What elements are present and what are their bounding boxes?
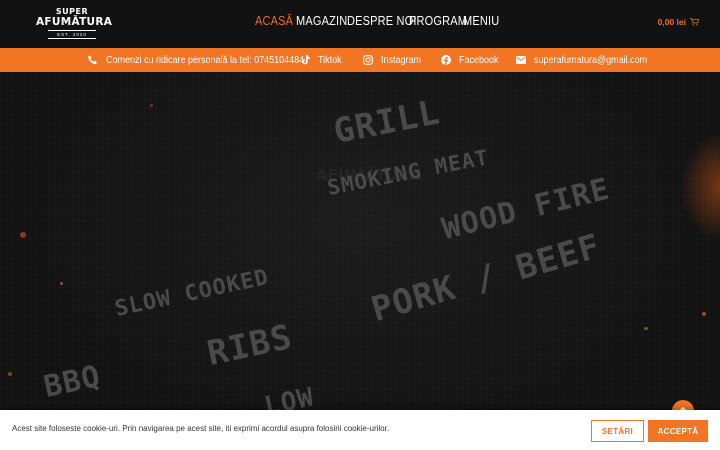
spice-speck [150,104,153,107]
envelope-icon [516,56,526,64]
logo-line-1: SUPER [55,7,89,16]
contact-bar: Comenzi cu ridicare personală la tel: 07… [0,48,720,72]
email-text: superafumatura@gmail.com [534,54,648,66]
hero-background: AFUMĂTURA GRILL SMOKING MEAT WOOD FIRE S… [0,72,720,450]
facebook-link[interactable]: Facebook [441,48,503,72]
spice-speck [8,372,12,376]
phone-link[interactable]: Comenzi cu ridicare personală la tel: 07… [88,48,326,72]
phone-icon [88,55,98,65]
spice-speck [60,282,63,285]
nav-item-despre-noi[interactable]: DESPRE NOI [347,14,417,28]
nav-item-program[interactable]: PROGRAM [409,14,467,28]
facebook-text: Facebook [459,54,499,66]
cart-link[interactable]: 0,00 lei [658,17,699,27]
nav-item-magazin[interactable]: MAGAZIN [296,14,347,28]
site-logo[interactable]: SUPER AFUMĂTURA EST. 2020 [36,7,113,41]
facebook-icon [441,55,451,65]
cookie-accept-button[interactable]: ACCEPTĂ [648,420,708,442]
hero-word-ribs: RIBS [203,317,297,374]
hero-word-slow-cooked: SLOW COOKED [112,264,272,322]
cart-amount: 0,00 lei [657,17,686,27]
spice-speck [644,327,648,330]
instagram-text: Instagram [381,54,422,66]
cookie-notice-text: Acest site foloseste cookie-uri. Prin na… [12,424,390,433]
tiktok-icon [301,55,310,65]
logo-line-3: EST. 2020 [48,30,96,39]
instagram-icon [363,55,373,65]
spice-speck [702,312,706,316]
cookie-banner: Acest site foloseste cookie-uri. Prin na… [0,410,720,450]
cart-icon [690,18,699,26]
phone-text: Comenzi cu ridicare personală la tel: 07… [106,54,305,66]
email-link[interactable]: superafumatura@gmail.com [516,48,660,72]
hero-word-pork-beef: PORK / BEEF [366,226,606,330]
spice-speck [20,232,26,238]
instagram-link[interactable]: Instagram [363,48,425,72]
nav-item-acasa[interactable]: ACASĂ [255,14,293,28]
cookie-settings-button[interactable]: SETĂRI [591,420,644,442]
spice-splash-right [680,132,720,242]
hero-word-smoking-meat: SMOKING MEAT [325,145,491,200]
tiktok-link[interactable]: Tiktok [301,48,344,72]
hero-word-bbq: BBQ [40,358,104,405]
logo-line-2: AFUMĂTURA [36,16,113,28]
site-header: SUPER AFUMĂTURA EST. 2020 ACASĂ MAGAZIN … [0,0,720,48]
nav-item-meniu[interactable]: MENIU [463,14,499,28]
hero-word-grill: GRILL [330,92,444,152]
tiktok-text: Tiktok [318,54,342,66]
